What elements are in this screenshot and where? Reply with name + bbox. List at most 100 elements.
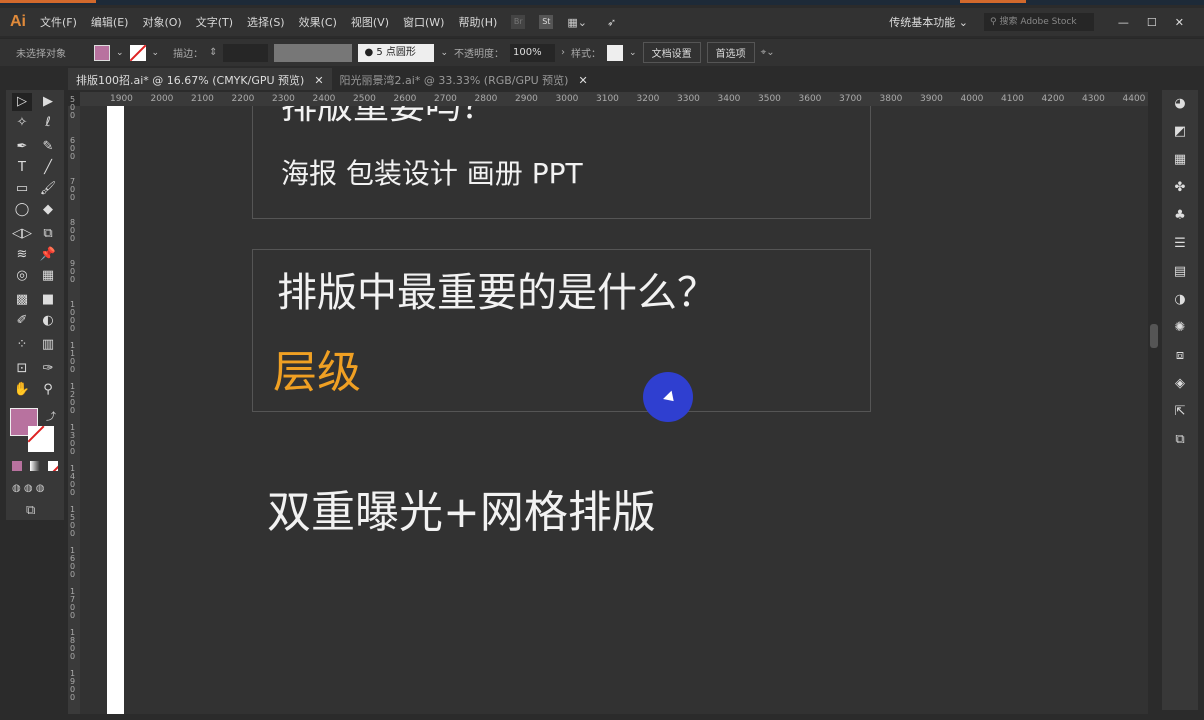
menu-window[interactable]: 窗口(W): [403, 14, 444, 30]
stroke-stepper[interactable]: ⇕: [209, 47, 217, 58]
stroke-label[interactable]: 描边：: [173, 45, 203, 60]
graphic-styles-icon[interactable]: ⧈: [1162, 348, 1198, 370]
blend-tool-icon[interactable]: ◐: [38, 312, 58, 330]
transparency-panel-icon[interactable]: ◑: [1162, 292, 1198, 314]
pen-tool-icon[interactable]: ✒: [12, 138, 32, 156]
chevron-down-icon[interactable]: ⌄: [116, 48, 124, 58]
chevron-down-icon[interactable]: ⌄: [629, 48, 637, 58]
close-tab-icon[interactable]: ✕: [578, 74, 587, 87]
vertical-scrollbar[interactable]: [1148, 92, 1160, 712]
stroke-weight-input[interactable]: [223, 43, 269, 62]
ruler-tick-label: 2200: [231, 94, 255, 104]
stroke-swatch[interactable]: [129, 44, 146, 61]
draw-mode-icon[interactable]: ◍ ◍ ◍: [12, 483, 45, 494]
document-tabs: 排版100招.ai* @ 16.67% (CMYK/GPU 预览) ✕ 阳光丽景湾…: [68, 68, 1148, 90]
brush-definition[interactable]: ● 5 点圆形: [358, 43, 435, 62]
shape-builder-tool-icon[interactable]: ◎: [12, 267, 32, 285]
chevron-down-icon[interactable]: ⌄: [152, 48, 160, 58]
layers-panel-icon[interactable]: ◈: [1162, 376, 1198, 398]
swatches-panel-icon[interactable]: ▦: [1162, 152, 1198, 174]
export-panel-icon[interactable]: ⇱: [1162, 404, 1198, 426]
direct-selection-tool-icon[interactable]: ▶: [38, 93, 58, 111]
lasso-tool-icon[interactable]: ℓ: [38, 114, 58, 132]
menu-edit[interactable]: 编辑(E): [91, 14, 129, 30]
question-text: 排版中最重要的是什么？: [277, 270, 717, 316]
warp-tool-icon[interactable]: ≋: [12, 246, 32, 264]
opacity-input[interactable]: 100%: [510, 43, 556, 62]
preferences-button[interactable]: 首选项: [706, 42, 755, 63]
rectangle-tool-icon[interactable]: ▭: [12, 180, 32, 198]
eyedropper-tool-icon[interactable]: ✐: [12, 312, 32, 330]
line-tool-icon[interactable]: ╱: [38, 159, 58, 177]
stock-search-input[interactable]: ⚲ 搜索 Adobe Stock: [984, 13, 1094, 31]
align-icon[interactable]: ⌖⌄: [761, 47, 775, 58]
stock-icon[interactable]: St: [539, 15, 554, 29]
arrange-documents-icon[interactable]: ▦⌄: [567, 16, 587, 29]
document-setup-button[interactable]: 文档设置: [642, 42, 701, 63]
chevron-down-icon[interactable]: ⌄: [440, 48, 448, 58]
text-frame-1[interactable]: 排版重要吗？ 海报 包装设计 画册 PPT: [252, 106, 871, 219]
menu-bar: Ai 文件(F) 编辑(E) 对象(O) 文字(T) 选择(S) 效果(C) 视…: [0, 8, 1204, 36]
hand-tool-icon[interactable]: ✋: [12, 381, 32, 399]
brushes-panel-icon[interactable]: ✤: [1162, 180, 1198, 202]
ruler-tick-label: 4300: [1082, 94, 1105, 104]
puppet-warp-tool-icon[interactable]: 📌: [38, 246, 58, 264]
screen-mode-icon[interactable]: ⧉: [26, 503, 35, 518]
tab-document-1[interactable]: 排版100招.ai* @ 16.67% (CMYK/GPU 预览) ✕: [68, 68, 332, 90]
reflect-tool-icon[interactable]: ◁▷: [12, 225, 32, 243]
symbol-sprayer-tool-icon[interactable]: ⁘: [12, 336, 32, 354]
fill-swatch[interactable]: [94, 44, 110, 61]
color-panel-icon[interactable]: ◕: [1162, 96, 1198, 118]
close-tab-icon[interactable]: ✕: [314, 74, 323, 87]
menu-select[interactable]: 选择(S): [247, 14, 285, 30]
opacity-label[interactable]: 不透明度：: [454, 45, 504, 60]
perspective-grid-tool-icon[interactable]: ▦: [38, 267, 58, 285]
canvas[interactable]: 排版重要吗？ 海报 包装设计 画册 PPT 排版中最重要的是什么？ 层级 双重曝…: [80, 106, 1148, 714]
minimize-button[interactable]: —: [1118, 16, 1129, 29]
shaper-tool-icon[interactable]: ◯: [12, 201, 32, 219]
column-graph-tool-icon[interactable]: ▥: [38, 336, 58, 354]
fill-mode-color-icon[interactable]: [12, 461, 22, 471]
artboard-tool-icon[interactable]: ⊡: [12, 360, 32, 378]
mesh-tool-icon[interactable]: ▩: [12, 291, 32, 309]
menu-effect[interactable]: 效果(C): [299, 14, 337, 30]
selection-tool-icon[interactable]: ▷: [12, 93, 32, 111]
maximize-button[interactable]: ☐: [1147, 16, 1157, 29]
workspace-switcher[interactable]: 传统基本功能 ⌄: [889, 14, 968, 30]
horizontal-ruler[interactable]: 1900 2000 2100 2200 2300 2400 2500 2600 2700 2800…: [80, 92, 1148, 106]
stroke-panel-icon[interactable]: ☰: [1162, 236, 1198, 258]
type-tool-icon[interactable]: T: [12, 159, 32, 177]
eraser-tool-icon[interactable]: ◆: [38, 201, 58, 219]
menu-object[interactable]: 对象(O): [142, 14, 181, 30]
color-guide-icon[interactable]: ◩: [1162, 124, 1198, 146]
tab-document-2[interactable]: 阳光丽景湾2.ai* @ 33.33% (RGB/GPU 预览) ✕: [332, 68, 596, 90]
stroke-color-swatch[interactable]: [28, 426, 54, 452]
appearance-panel-icon[interactable]: ✺: [1162, 320, 1198, 342]
chevron-right-icon[interactable]: ›: [561, 47, 565, 58]
gpu-rocket-icon[interactable]: ➶: [607, 16, 616, 29]
bridge-icon[interactable]: Br: [511, 15, 526, 29]
menu-view[interactable]: 视图(V): [351, 14, 389, 30]
menu-type[interactable]: 文字(T): [196, 14, 233, 30]
close-button[interactable]: ✕: [1175, 16, 1184, 29]
zoom-tool-icon[interactable]: ⚲: [38, 381, 58, 399]
gradient-tool-icon[interactable]: ■: [38, 291, 58, 309]
slice-tool-icon[interactable]: ✑: [38, 360, 58, 378]
artboards-panel-icon[interactable]: ⧉: [1162, 432, 1198, 454]
fill-mode-gradient-icon[interactable]: [30, 461, 40, 471]
menu-file[interactable]: 文件(F): [40, 14, 77, 30]
vertical-ruler[interactable]: 500 600 700 800 900 1000 1100 1200 1300 1400 1500 1…: [68, 96, 80, 714]
scale-tool-icon[interactable]: ⧉: [38, 225, 58, 243]
swap-fill-stroke-icon[interactable]: ⤴: [46, 408, 56, 423]
scrollbar-thumb[interactable]: [1150, 324, 1158, 348]
fill-mode-none-icon[interactable]: [48, 461, 58, 471]
paintbrush-tool-icon[interactable]: 🖌: [38, 180, 58, 198]
symbols-panel-icon[interactable]: ♣: [1162, 208, 1198, 230]
text-frame-2[interactable]: 排版中最重要的是什么？ 层级: [252, 249, 871, 412]
style-swatch[interactable]: [607, 44, 624, 61]
magic-wand-tool-icon[interactable]: ✧: [12, 114, 32, 132]
menu-help[interactable]: 帮助(H): [458, 14, 497, 30]
gradient-panel-icon[interactable]: ▤: [1162, 264, 1198, 286]
curvature-tool-icon[interactable]: ✎: [38, 138, 58, 156]
variable-width-profile[interactable]: [274, 43, 353, 62]
